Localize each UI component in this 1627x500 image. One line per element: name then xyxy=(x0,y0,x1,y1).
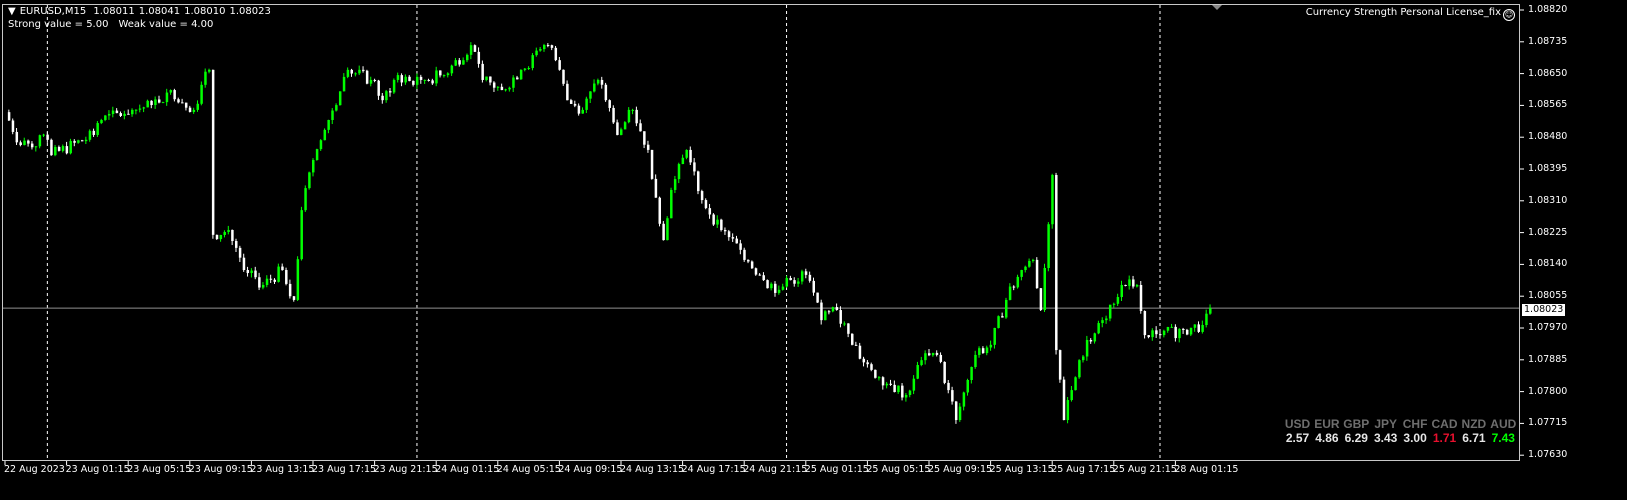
currency-strength-eur: EUR 4.86 xyxy=(1312,417,1341,445)
indicator-title: Currency Strength Personal License_fix xyxy=(1305,7,1501,18)
x-tick-label: 24 Aug 05:15 xyxy=(496,464,561,475)
x-tick-label: 28 Aug 01:15 xyxy=(1174,464,1239,475)
currency-name: CHF xyxy=(1402,417,1428,431)
currency-strength-nzd: NZD 6.71 xyxy=(1459,417,1488,445)
y-tick-label: 1.08055 xyxy=(1528,290,1568,302)
low-value: 1.08010 xyxy=(184,6,226,17)
x-tick-label: 25 Aug 05:15 xyxy=(866,464,931,475)
currency-value: 3.00 xyxy=(1403,431,1427,445)
high-value: 1.08041 xyxy=(138,6,181,17)
currency-name: USD xyxy=(1284,417,1311,431)
y-tick-label: 1.07800 xyxy=(1528,385,1568,397)
currency-name: NZD xyxy=(1461,417,1487,431)
x-tick-label: 23 Aug 05:15 xyxy=(127,464,192,475)
currency-value: 3.43 xyxy=(1374,431,1398,445)
y-tick-label: 1.08565 xyxy=(1528,99,1568,111)
strong-value: Strong value = 5.00 xyxy=(8,19,109,30)
currency-value: 7.43 xyxy=(1491,431,1515,445)
currency-strength-cad: CAD 1.71 xyxy=(1430,417,1459,445)
currency-name: GBP xyxy=(1343,417,1370,431)
x-tick-label: 24 Aug 13:15 xyxy=(620,464,685,475)
x-tick-label: 24 Aug 17:15 xyxy=(681,464,746,475)
currency-name: JPY xyxy=(1374,417,1398,431)
currency-value: 4.86 xyxy=(1315,431,1339,445)
x-tick-label: 23 Aug 17:15 xyxy=(312,464,377,475)
open-value: 1.08011 xyxy=(93,6,135,17)
x-tick-label: 23 Aug 09:15 xyxy=(188,464,253,475)
smiley-icon: ☺ xyxy=(1503,9,1515,21)
x-tick-label: 23 Aug 13:15 xyxy=(250,464,315,475)
x-tick-label: 25 Aug 21:15 xyxy=(1112,464,1177,475)
close-value: 1.08023 xyxy=(229,6,271,17)
currency-value: 6.71 xyxy=(1462,431,1486,445)
x-tick-label: 25 Aug 09:15 xyxy=(928,464,993,475)
current-price-label: 1.08023 xyxy=(1522,304,1566,316)
chart-frame xyxy=(2,4,1520,461)
x-tick-label: 25 Aug 01:15 xyxy=(804,464,869,475)
y-tick-label: 1.08820 xyxy=(1528,4,1568,15)
x-tick-label: 22 Aug 2023 xyxy=(4,464,65,475)
x-tick-label: 24 Aug 09:15 xyxy=(558,464,623,475)
y-tick-label: 1.07885 xyxy=(1528,353,1568,365)
indicator-params: Strong value = 5.00 Weak value = 4.00 xyxy=(8,19,217,30)
y-tick-label: 1.08735 xyxy=(1528,35,1568,47)
weak-value: Weak value = 4.00 xyxy=(118,19,214,30)
y-tick-label: 1.08140 xyxy=(1528,258,1568,270)
currency-name: EUR xyxy=(1314,417,1340,431)
indicator-label: Currency Strength Personal License_fix ☺ xyxy=(1306,7,1515,21)
x-tick-label: 25 Aug 17:15 xyxy=(1051,464,1116,475)
x-tick-label: 23 Aug 21:15 xyxy=(373,464,438,475)
x-tick-label: 24 Aug 21:15 xyxy=(743,464,808,475)
x-tick-label: 24 Aug 01:15 xyxy=(435,464,500,475)
currency-strength-jpy: JPY 3.43 xyxy=(1371,417,1400,445)
currency-strength-gbp: GBP 6.29 xyxy=(1342,417,1371,445)
chart-header: ▼ EURUSD,M15 1.08011 1.08041 1.08010 1.08023 xyxy=(8,6,275,17)
currency-strength-usd: USD 2.57 xyxy=(1283,417,1312,445)
y-tick-label: 1.07715 xyxy=(1528,417,1568,429)
currency-strength-aud: AUD 7.43 xyxy=(1489,417,1518,445)
currency-name: AUD xyxy=(1490,417,1517,431)
dropdown-triangle-icon[interactable]: ▼ xyxy=(8,6,16,17)
y-tick-label: 1.08650 xyxy=(1528,67,1568,79)
currency-value: 1.71 xyxy=(1432,431,1457,445)
x-tick-label: 25 Aug 13:15 xyxy=(989,464,1054,475)
y-tick-label: 1.07970 xyxy=(1528,322,1568,333)
y-tick-label: 1.08480 xyxy=(1528,131,1568,143)
currency-strength-chf: CHF 3.00 xyxy=(1401,417,1430,445)
currency-value: 6.29 xyxy=(1344,431,1368,445)
symbol-label: EURUSD,M15 xyxy=(19,6,87,17)
y-tick-label: 1.08395 xyxy=(1528,163,1568,174)
currency-name: CAD xyxy=(1431,417,1458,431)
y-tick-label: 1.07630 xyxy=(1528,449,1568,461)
currency-value: 2.57 xyxy=(1285,431,1310,445)
y-tick-label: 1.08310 xyxy=(1528,194,1568,206)
x-tick-label: 23 Aug 01:15 xyxy=(65,464,130,475)
y-tick-label: 1.08225 xyxy=(1528,226,1568,238)
